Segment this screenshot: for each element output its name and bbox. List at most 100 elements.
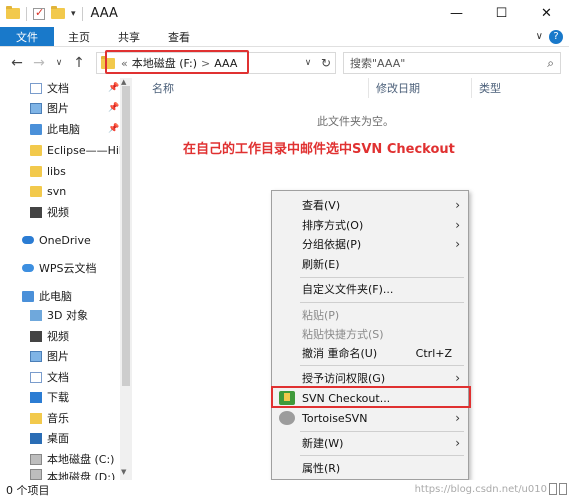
scroll-down-icon[interactable]: ▼ bbox=[121, 468, 126, 476]
menu-item-give-access[interactable]: 授予访问权限(G) › bbox=[272, 368, 468, 388]
folder-icon bbox=[30, 144, 42, 156]
menu-item-undo-rename[interactable]: 撤消 重命名(U) Ctrl+Z bbox=[272, 343, 468, 363]
properties-icon[interactable] bbox=[33, 6, 45, 20]
sidebar-item-videos[interactable]: 视频 bbox=[30, 202, 69, 222]
scrollbar-thumb[interactable] bbox=[122, 86, 130, 386]
pin-icon: 📌 bbox=[108, 103, 120, 113]
menu-divider bbox=[300, 277, 464, 278]
large-icons-view-icon[interactable] bbox=[559, 483, 567, 495]
column-header-type[interactable]: 类型 bbox=[479, 80, 501, 96]
menu-item-paste-shortcut: 粘贴快捷方式(S) bbox=[302, 328, 384, 341]
ribbon-tabs: 文件 主页 共享 查看 ∨ ? bbox=[0, 27, 569, 47]
quick-access-toolbar: ▾ bbox=[0, 6, 83, 21]
videos-icon bbox=[30, 206, 42, 218]
maximize-button[interactable]: ☐ bbox=[479, 0, 524, 27]
details-view-icon[interactable] bbox=[549, 483, 557, 495]
window-title: AAA bbox=[90, 6, 118, 21]
pin-icon: 📌 bbox=[108, 83, 120, 93]
sidebar-item-3d-objects[interactable]: 3D 对象 bbox=[30, 305, 88, 325]
sidebar-item-this-pc-root[interactable]: 此电脑 bbox=[22, 286, 72, 306]
menu-item-view[interactable]: 查看(V) › bbox=[272, 195, 468, 215]
column-divider[interactable] bbox=[471, 78, 472, 98]
menu-item-properties[interactable]: 属性(R) bbox=[272, 458, 468, 478]
tab-file[interactable]: 文件 bbox=[0, 27, 54, 46]
sidebar-item-drive-d[interactable]: 本地磁盘 (D:) bbox=[30, 469, 115, 480]
menu-divider bbox=[300, 455, 464, 456]
sidebar-item-videos-pc[interactable]: 视频 bbox=[30, 326, 69, 346]
drive-icon bbox=[30, 453, 42, 465]
context-menu: 查看(V) › 排序方式(O) › 分组依据(P) › 刷新(E) 自定义文件夹(F)… bbox=[271, 190, 471, 480]
chevron-right-icon: › bbox=[455, 218, 460, 232]
annotation-text: 在自己的工作目录中邮件选中SVN Checkout bbox=[183, 142, 455, 157]
sidebar-item-wps-cloud[interactable]: WPS云文档 bbox=[22, 258, 97, 278]
menu-item-paste: 粘贴(P) bbox=[302, 309, 340, 322]
navigation-pane: 文档 📌 图片 📌 此电脑 📌 Eclipse——Hib libs svn 视频… bbox=[0, 78, 126, 480]
new-folder-icon[interactable] bbox=[51, 6, 65, 19]
sidebar-item-documents[interactable]: 文档 bbox=[30, 78, 69, 98]
sidebar-item-svn[interactable]: svn bbox=[30, 181, 66, 201]
sidebar-item-downloads[interactable]: 下载 bbox=[30, 387, 69, 407]
chevron-right-icon: › bbox=[455, 237, 460, 251]
this-pc-icon bbox=[30, 123, 42, 135]
address-highlight-box bbox=[105, 50, 249, 74]
sidebar-scrollbar[interactable]: ▲ ▼ bbox=[120, 78, 132, 480]
documents-icon bbox=[30, 82, 42, 94]
folder-icon bbox=[6, 6, 20, 19]
item-count: 0 个项目 bbox=[6, 484, 50, 497]
refresh-button[interactable]: ↻ bbox=[316, 52, 336, 74]
tortoisesvn-icon bbox=[279, 411, 295, 425]
back-button[interactable]: ← bbox=[6, 55, 28, 71]
menu-item-sort-by[interactable]: 排序方式(O) › bbox=[272, 215, 468, 235]
menu-divider bbox=[300, 302, 464, 303]
sidebar-item-onedrive[interactable]: OneDrive bbox=[22, 230, 91, 250]
this-pc-icon bbox=[22, 290, 34, 302]
documents-icon bbox=[30, 371, 42, 383]
sidebar-item-desktop[interactable]: 桌面 bbox=[30, 428, 69, 448]
expand-ribbon-icon[interactable]: ∨ bbox=[536, 31, 543, 42]
divider bbox=[81, 6, 83, 21]
help-icon[interactable]: ? bbox=[549, 29, 563, 44]
3d-objects-icon bbox=[30, 309, 42, 321]
menu-item-group-by[interactable]: 分组依据(P) › bbox=[272, 234, 468, 254]
column-divider[interactable] bbox=[368, 78, 369, 98]
sidebar-item-drive-c[interactable]: 本地磁盘 (C:) bbox=[30, 449, 114, 469]
tab-share[interactable]: 共享 bbox=[104, 27, 154, 46]
desktop-icon bbox=[30, 432, 42, 444]
up-button[interactable]: ↑ bbox=[68, 55, 90, 71]
search-input[interactable]: 搜索"AAA" ⌕ bbox=[343, 52, 561, 74]
sidebar-item-this-pc[interactable]: 此电脑 bbox=[30, 119, 80, 139]
divider bbox=[26, 6, 27, 21]
scroll-up-icon[interactable]: ▲ bbox=[121, 78, 126, 86]
menu-item-refresh[interactable]: 刷新(E) bbox=[272, 254, 468, 274]
folder-icon bbox=[30, 185, 42, 197]
sidebar-item-music[interactable]: 音乐 bbox=[30, 408, 69, 428]
minimize-button[interactable]: — bbox=[434, 0, 479, 27]
address-dropdown-icon[interactable]: ∨ bbox=[300, 52, 316, 74]
chevron-down-icon[interactable]: ▾ bbox=[71, 9, 76, 19]
sidebar-item-documents-pc[interactable]: 文档 bbox=[30, 367, 69, 387]
menu-divider bbox=[300, 431, 464, 432]
title-bar: ▾ AAA — ☐ ✕ bbox=[0, 0, 569, 27]
tab-view[interactable]: 查看 bbox=[154, 27, 204, 46]
forward-button[interactable]: → bbox=[28, 55, 50, 71]
sidebar-item-libs[interactable]: libs bbox=[30, 161, 66, 181]
close-button[interactable]: ✕ bbox=[524, 0, 569, 27]
column-header-name[interactable]: 名称 bbox=[152, 80, 174, 96]
view-toggle bbox=[549, 483, 567, 495]
sidebar-item-pictures[interactable]: 图片 bbox=[30, 98, 69, 118]
menu-item-tortoisesvn[interactable]: TortoiseSVN › bbox=[272, 408, 468, 428]
shortcut-label: Ctrl+Z bbox=[415, 346, 452, 360]
column-header-modified[interactable]: 修改日期 bbox=[376, 80, 420, 96]
menu-item-customize-folder[interactable]: 自定义文件夹(F)... bbox=[272, 279, 468, 299]
videos-icon bbox=[30, 330, 42, 342]
chevron-right-icon: › bbox=[455, 371, 460, 385]
sidebar-item-eclipse[interactable]: Eclipse——Hib bbox=[30, 140, 126, 160]
sidebar-item-pictures-pc[interactable]: 图片 bbox=[30, 346, 69, 366]
chevron-right-icon: › bbox=[455, 436, 460, 450]
watermark-text: https://blog.csdn.net/u010 bbox=[414, 484, 547, 495]
address-row: ← → ∨ ↑ « 本地磁盘 (F:) > AAA ∨ ↻ 搜索"AAA" ⌕ bbox=[0, 48, 569, 78]
menu-item-new[interactable]: 新建(W) › bbox=[272, 433, 468, 453]
tab-home[interactable]: 主页 bbox=[54, 27, 104, 46]
recent-locations-button[interactable]: ∨ bbox=[48, 58, 70, 68]
search-icon: ⌕ bbox=[547, 56, 554, 70]
